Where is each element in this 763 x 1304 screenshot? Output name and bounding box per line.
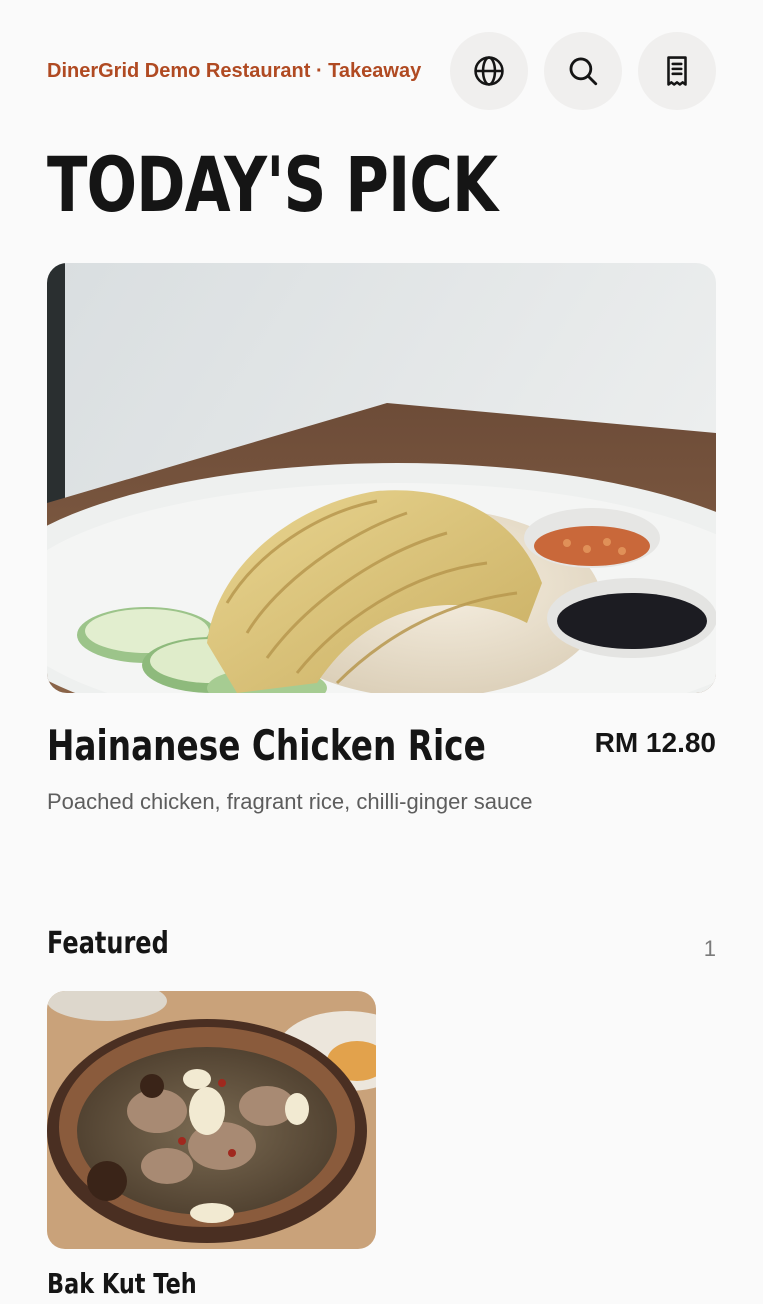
featured-count: 1 bbox=[703, 936, 716, 961]
globe-icon bbox=[474, 56, 504, 86]
dish-price: RM 12.80 bbox=[594, 727, 716, 758]
dish-name: Hainanese Chicken Rice bbox=[47, 721, 486, 770]
header: DinerGrid Demo Restaurant · Takeaway bbox=[47, 30, 716, 110]
page-title: TODAY'S PICK bbox=[47, 140, 498, 229]
hero-dish-image[interactable] bbox=[47, 263, 716, 693]
featured-section-title: Featured bbox=[47, 926, 169, 961]
search-button[interactable] bbox=[544, 32, 622, 110]
language-button[interactable] bbox=[450, 32, 528, 110]
featured-item-name[interactable]: Bak Kut Teh bbox=[47, 1264, 197, 1304]
restaurant-name: DinerGrid Demo Restaurant · Takeaway bbox=[47, 60, 422, 82]
orders-button[interactable] bbox=[638, 32, 716, 110]
dish-description: Poached chicken, fragrant rice, chilli-g… bbox=[47, 789, 533, 814]
search-icon bbox=[569, 57, 598, 86]
featured-item-image[interactable] bbox=[47, 991, 376, 1249]
receipt-icon bbox=[667, 56, 687, 86]
